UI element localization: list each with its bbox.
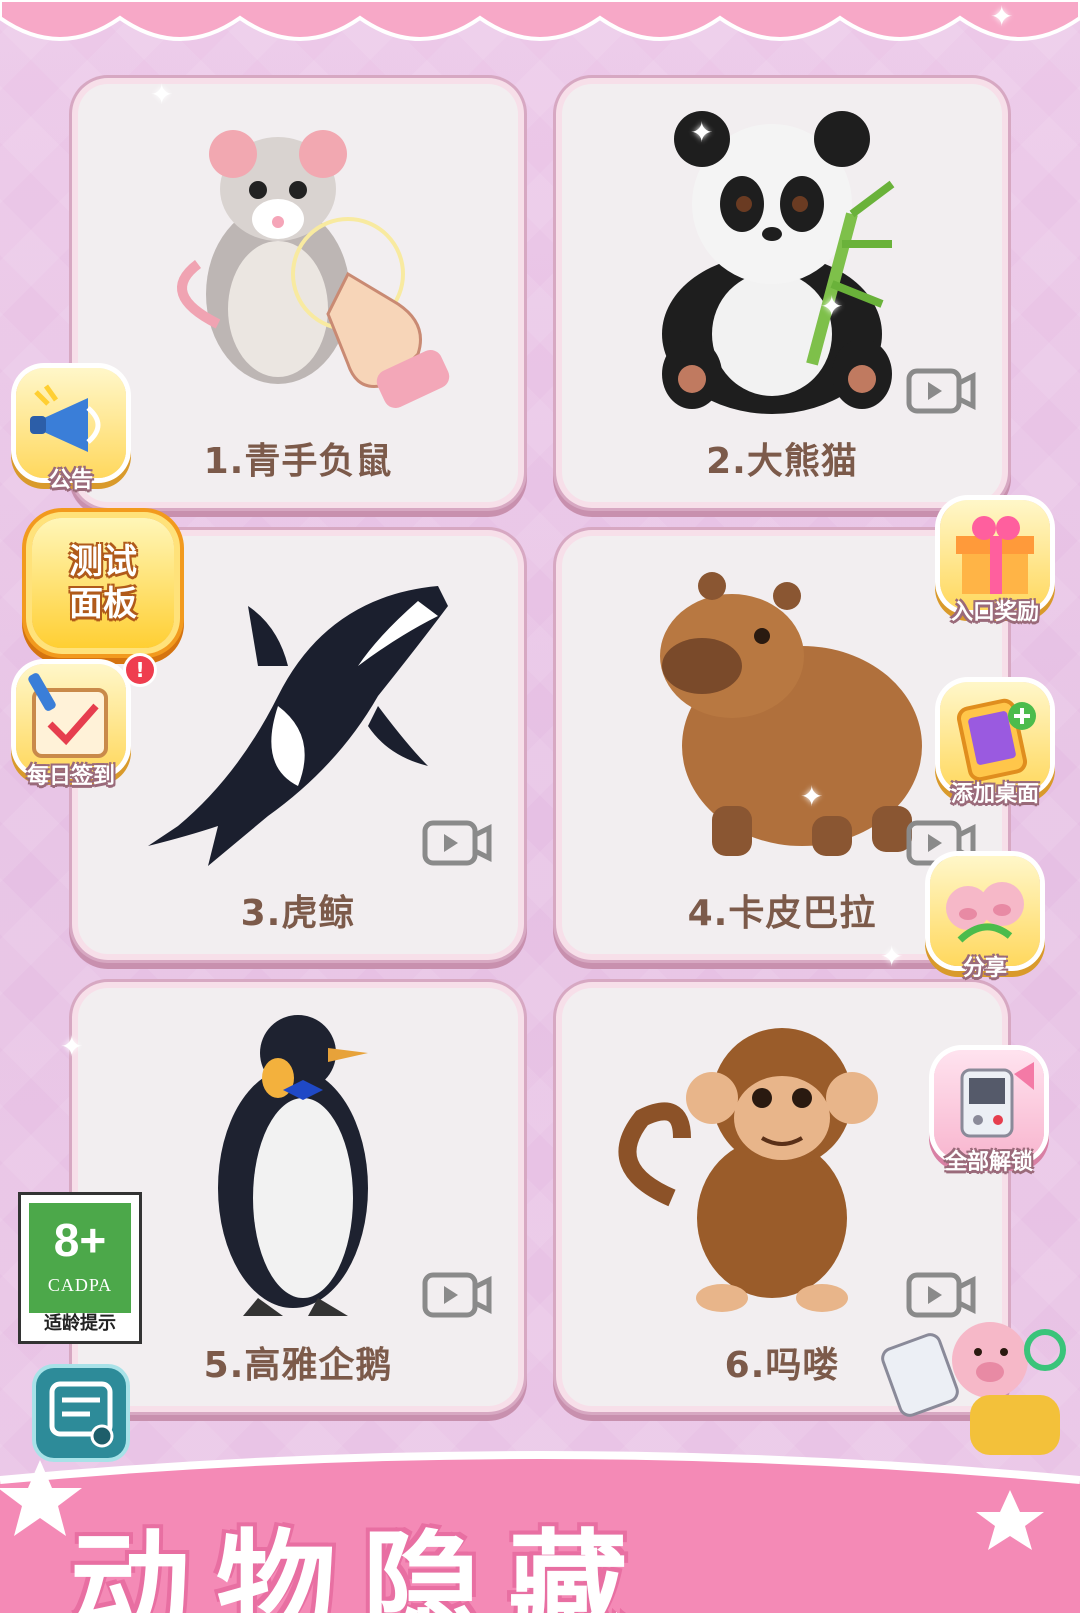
- video-icon: [422, 1272, 492, 1318]
- level-card-2[interactable]: 2.大熊猫: [562, 84, 1002, 502]
- announcement-button[interactable]: 公告: [12, 368, 130, 494]
- opossum-illustration: [177, 130, 450, 408]
- unlock-all-label: 全部解锁: [944, 1150, 1033, 1175]
- top-curtain: [0, 0, 1080, 41]
- entry-reward-button[interactable]: 入口奖励: [936, 500, 1054, 626]
- sparkle-icon: ✦: [150, 78, 174, 111]
- level-card-1[interactable]: 1.青手负鼠: [78, 84, 518, 502]
- share-button[interactable]: 分享: [926, 856, 1044, 982]
- level-label: 2.大熊猫: [706, 441, 858, 482]
- video-icon: [906, 368, 976, 414]
- sparkle-icon: ✦: [60, 1030, 84, 1063]
- test-panel-label: 测试面板: [69, 542, 137, 624]
- notification-badge: !: [126, 656, 154, 684]
- age-rating-org: CADPA: [47, 1275, 113, 1295]
- test-panel-button[interactable]: 测试面板: [32, 518, 174, 648]
- sparkle-icon: ✦: [990, 0, 1014, 33]
- sparkle-icon: ✦: [880, 940, 904, 973]
- add-desktop-label: 添加桌面: [950, 782, 1039, 807]
- age-rating-value: 8+: [53, 1214, 107, 1266]
- video-icon: [422, 820, 492, 866]
- level-label: 3.虎鲸: [240, 893, 356, 934]
- daily-checkin-button[interactable]: 每日签到: [12, 664, 130, 790]
- share-label: 分享: [962, 956, 1007, 981]
- daily-checkin-label: 每日签到: [26, 764, 115, 789]
- level-label: 5.高雅企鹅: [203, 1345, 393, 1386]
- age-rating-badge: 8+ CADPA 适龄提示: [18, 1192, 142, 1344]
- sparkle-icon: ✦: [690, 116, 714, 149]
- sparkle-icon: ✦: [800, 780, 824, 813]
- pig-mascot-illustration: [881, 1322, 1066, 1455]
- entry-reward-label: 入口奖励: [950, 600, 1039, 625]
- banner-title: 动物隐藏: [70, 1519, 654, 1613]
- sparkle-icon: ✦: [820, 290, 844, 323]
- add-desktop-button[interactable]: 添加桌面: [936, 682, 1054, 808]
- announcement-label: 公告: [48, 468, 93, 493]
- unlock-all-button[interactable]: 全部解锁: [930, 1050, 1048, 1176]
- level-label: 1.青手负鼠: [203, 441, 393, 482]
- age-rating-tip: 适龄提示: [44, 1313, 116, 1334]
- level-card-5[interactable]: 5.高雅企鹅: [78, 988, 518, 1406]
